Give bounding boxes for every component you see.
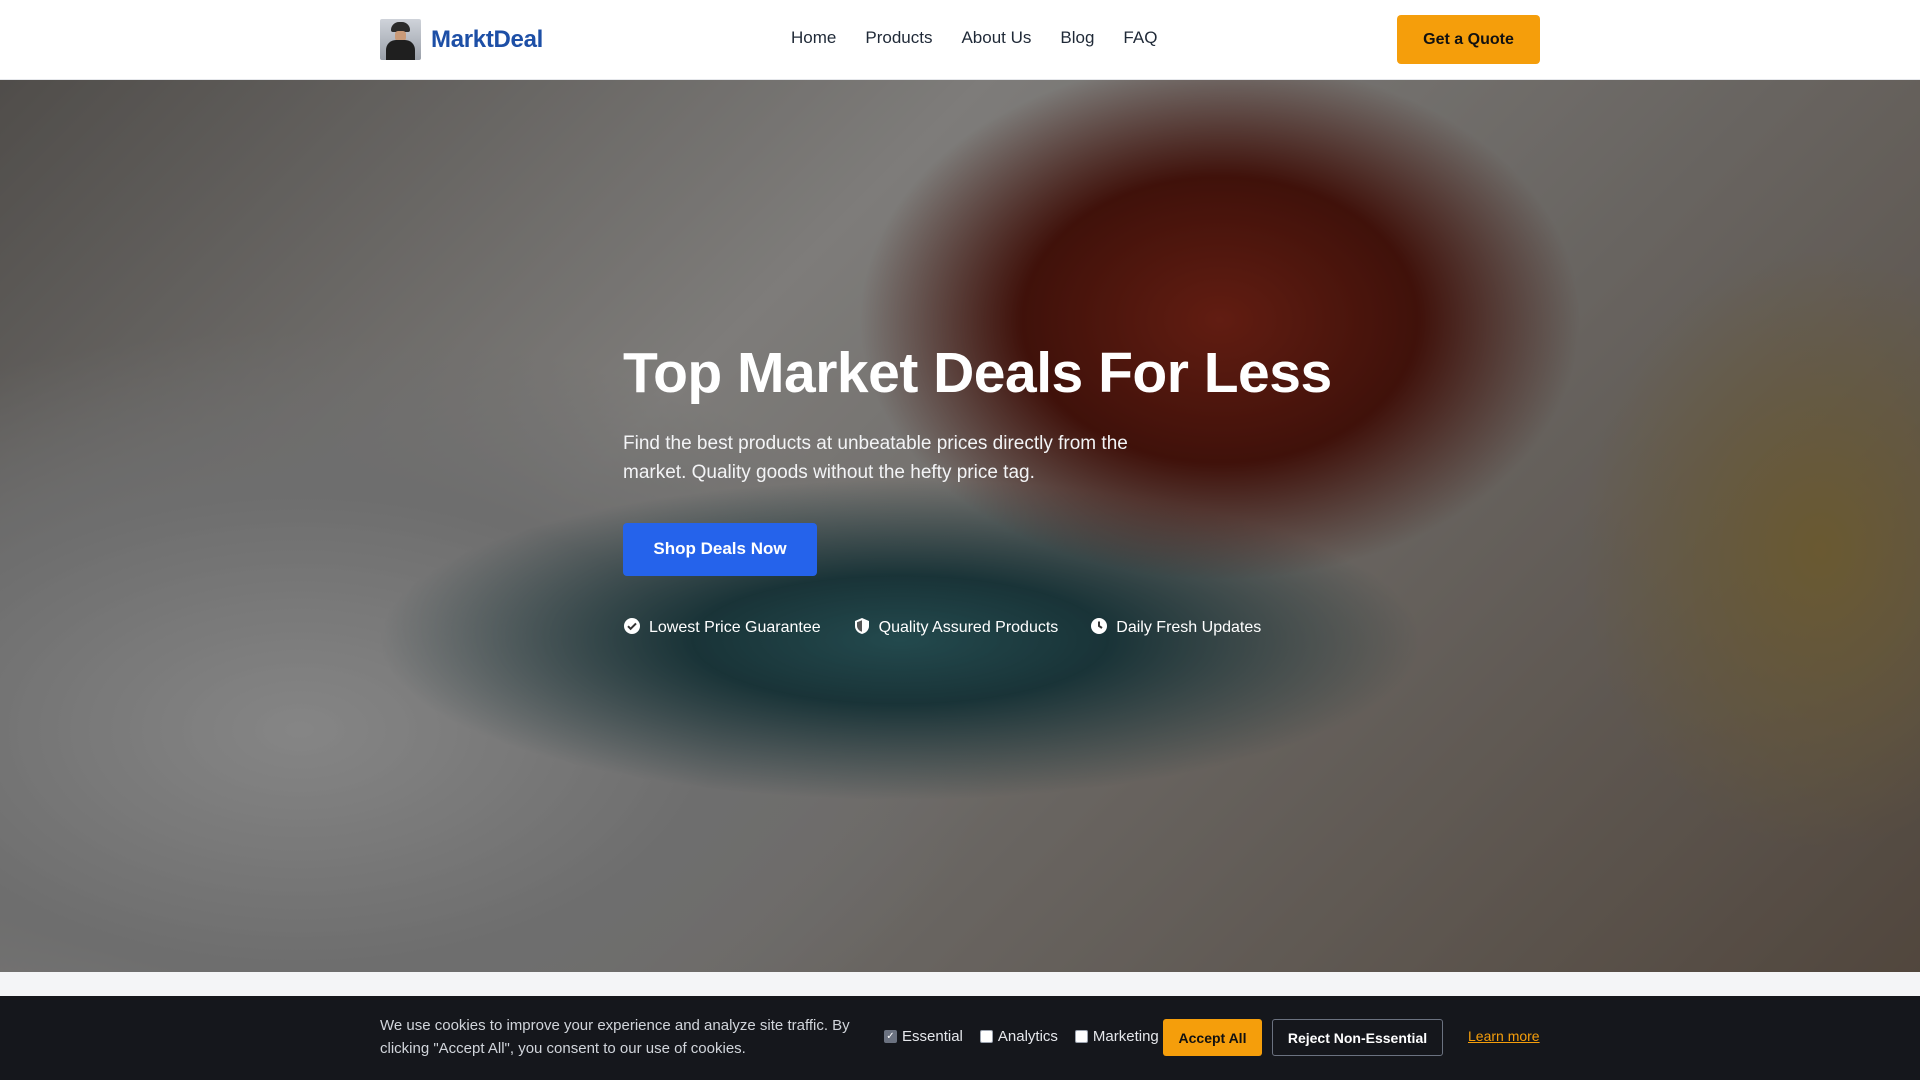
- site-header: MarktDeal Home Products About Us Blog FA…: [0, 0, 1920, 80]
- cookie-option-marketing[interactable]: Marketing: [1074, 1028, 1159, 1045]
- clock-icon: [1090, 617, 1108, 640]
- get-a-quote-button[interactable]: Get a Quote: [1397, 15, 1540, 64]
- feature-quality-assured: Quality Assured Products: [853, 617, 1059, 640]
- hero-title: Top Market Deals For Less: [623, 341, 1332, 405]
- section-divider: [0, 972, 1920, 996]
- hero-content: Top Market Deals For Less Find the best …: [623, 342, 1343, 640]
- check-circle-icon: [623, 617, 641, 640]
- hero-features: Lowest Price Guarantee Quality Assured P…: [623, 617, 1343, 640]
- shield-icon: [853, 617, 871, 640]
- cookie-option-essential[interactable]: ✓ Essential: [884, 1028, 963, 1045]
- logo-text: MarktDeal: [431, 25, 544, 53]
- accept-all-button[interactable]: Accept All: [1163, 1019, 1262, 1056]
- nav-products[interactable]: Products: [865, 28, 932, 48]
- main-nav: Home Products About Us Blog FAQ: [791, 28, 1157, 48]
- option-label: Essential: [902, 1028, 963, 1045]
- feature-label: Lowest Price Guarantee: [649, 619, 821, 637]
- nav-home[interactable]: Home: [791, 28, 836, 48]
- logo-image: [380, 19, 421, 60]
- cookie-options: ✓ Essential Analytics Marketing: [884, 1028, 1159, 1045]
- option-label: Analytics: [997, 1028, 1058, 1045]
- checkbox-marketing[interactable]: [1074, 1030, 1088, 1043]
- option-label: Marketing: [1092, 1028, 1159, 1045]
- reject-non-essential-button[interactable]: Reject Non-Essential: [1272, 1019, 1443, 1056]
- logo-link[interactable]: MarktDeal: [380, 19, 543, 60]
- cookie-banner: We use cookies to improve your experienc…: [0, 996, 1920, 1080]
- feature-label: Quality Assured Products: [878, 619, 1059, 637]
- hero-subtitle: Find the best products at unbeatable pri…: [623, 432, 1128, 483]
- feature-lowest-price: Lowest Price Guarantee: [623, 617, 821, 640]
- cookie-message: We use cookies to improve your experienc…: [380, 1017, 850, 1057]
- checkbox-analytics[interactable]: [979, 1030, 993, 1043]
- checkbox-essential[interactable]: ✓: [884, 1030, 897, 1043]
- hero-section: Top Market Deals For Less Find the best …: [0, 80, 1920, 972]
- nav-faq[interactable]: FAQ: [1123, 28, 1157, 48]
- feature-daily-updates: Daily Fresh Updates: [1090, 617, 1261, 640]
- feature-label: Daily Fresh Updates: [1116, 619, 1262, 637]
- shop-deals-button[interactable]: Shop Deals Now: [623, 522, 817, 576]
- learn-more-link[interactable]: Learn more: [1468, 1028, 1540, 1044]
- nav-blog[interactable]: Blog: [1060, 28, 1094, 48]
- nav-about-us[interactable]: About Us: [961, 28, 1031, 48]
- cookie-option-analytics[interactable]: Analytics: [979, 1028, 1058, 1045]
